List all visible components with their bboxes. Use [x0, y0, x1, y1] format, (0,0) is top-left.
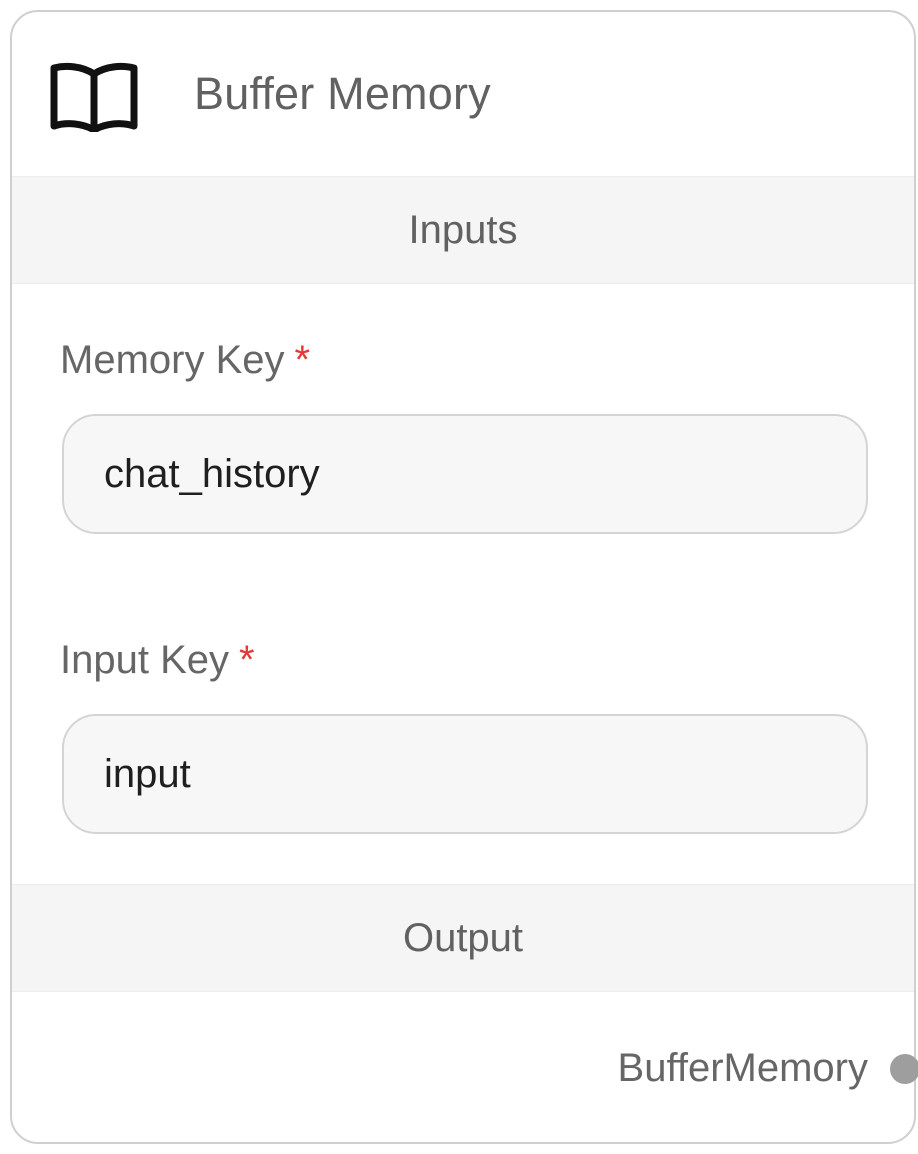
memory-key-label-text: Memory Key — [60, 338, 285, 382]
memory-key-label: Memory Key * — [60, 338, 310, 383]
input-key-label-text: Input Key — [60, 638, 230, 682]
required-indicator: * — [239, 638, 255, 682]
buffer-memory-node[interactable]: Buffer Memory Inputs Memory Key* Input K… — [10, 10, 916, 1144]
output-name-label: BufferMemory — [617, 1046, 868, 1090]
output-connection-handle[interactable] — [890, 1054, 918, 1084]
input-key-label: Input Key * — [60, 638, 255, 683]
node-header: Buffer Memory — [12, 12, 914, 176]
book-icon — [50, 62, 138, 132]
output-section-header: Output — [12, 884, 914, 992]
inputs-section-header: Inputs — [12, 176, 914, 284]
input-key-input[interactable] — [62, 714, 868, 834]
node-title: Buffer Memory — [194, 68, 491, 119]
memory-key-input[interactable] — [62, 414, 868, 534]
required-indicator: * — [294, 338, 311, 382]
